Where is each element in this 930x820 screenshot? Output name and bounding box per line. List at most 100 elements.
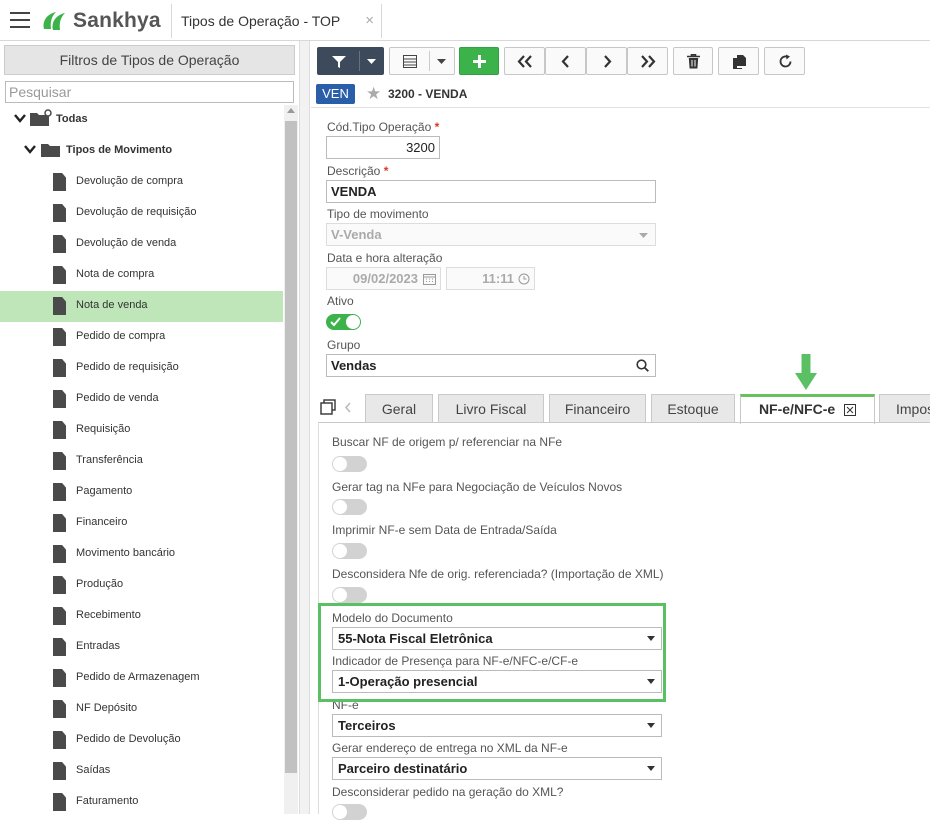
delete-button[interactable] — [673, 47, 713, 75]
next-record-button[interactable] — [586, 47, 627, 75]
add-icon — [473, 55, 486, 68]
tab-financeiro[interactable]: Financeiro — [549, 394, 646, 423]
gerar-tag-toggle[interactable] — [332, 499, 367, 515]
search-input[interactable] — [5, 81, 294, 103]
tree-item[interactable]: Pedido de compra — [0, 322, 283, 353]
tree-label: Tipos de Movimento — [66, 144, 173, 156]
previous-icon — [561, 55, 569, 68]
expand-icon[interactable] — [844, 404, 857, 416]
imprimir-nfe-toggle[interactable] — [332, 543, 367, 559]
menu-icon[interactable] — [10, 12, 30, 28]
tree-item[interactable]: Produção — [0, 570, 283, 601]
terceiros-select[interactable]: Terceiros — [332, 714, 662, 737]
document-icon — [53, 762, 66, 780]
tree-item[interactable]: Financeiro — [0, 508, 283, 539]
tipo-movimento-value: V-Venda — [331, 227, 382, 242]
list-icon — [403, 55, 417, 68]
top-bar: Sankhya Tipos de Operação - TOP × — [0, 0, 930, 41]
duplicate-button[interactable] — [718, 47, 759, 75]
data-alteracao-label: Data e hora alteração — [327, 251, 443, 265]
tipo-movimento-label: Tipo de movimento — [327, 207, 429, 221]
tree-node-todas[interactable]: Todas — [0, 105, 283, 136]
ativo-toggle[interactable] — [326, 314, 361, 330]
cod-input[interactable]: 3200 — [326, 136, 440, 159]
document-icon — [53, 266, 66, 284]
tabs-scroll-left-icon[interactable] — [344, 402, 352, 413]
tree-item[interactable]: Transferência — [0, 446, 283, 477]
refresh-button[interactable] — [764, 47, 805, 75]
descricao-input[interactable]: VENDA — [326, 180, 656, 203]
tree-item[interactable]: Faturamento — [0, 787, 283, 814]
tree-item-label: Devolução de venda — [76, 237, 177, 249]
document-icon — [53, 700, 66, 718]
tree-node-tipos-movimento[interactable]: Tipos de Movimento — [0, 136, 283, 167]
nfe-partial-label: NF-e — [332, 698, 359, 712]
modelo-documento-value: 55-Nota Fiscal Eletrônica — [338, 631, 493, 646]
scroll-thumb[interactable] — [285, 121, 297, 773]
close-icon[interactable]: × — [365, 12, 374, 29]
desconsidera-nfe-label: Desconsidera Nfe de orig. referenciada? … — [332, 567, 664, 581]
calendar-icon — [423, 274, 436, 285]
toggle-knob — [333, 457, 347, 471]
tree-item-label: NF Depósito — [76, 702, 138, 714]
tree-item-label: Faturamento — [76, 795, 139, 807]
tree-item[interactable]: Saídas — [0, 756, 283, 787]
tree-item[interactable]: NF Depósito — [0, 694, 283, 725]
tree-item[interactable]: Pagamento — [0, 477, 283, 508]
tree-item[interactable]: Entradas — [0, 632, 283, 663]
scroll-up-icon[interactable] — [287, 108, 295, 113]
search-icon[interactable] — [636, 359, 649, 372]
first-record-button[interactable] — [504, 47, 545, 75]
parceiro-select[interactable]: Parceiro destinatário — [332, 757, 662, 780]
star-icon[interactable]: ★ — [366, 85, 381, 102]
last-record-button[interactable] — [627, 47, 668, 75]
caret-down-icon — [367, 59, 376, 64]
grupo-input[interactable]: Vendas — [326, 354, 656, 377]
tree-item[interactable]: Nota de compra — [0, 260, 283, 291]
modelo-documento-select[interactable]: 55-Nota Fiscal Eletrônica — [332, 627, 662, 650]
tree-item[interactable]: Pedido de Devolução — [0, 725, 283, 756]
tree-scrollbar[interactable] — [284, 105, 298, 814]
buscar-nf-toggle[interactable] — [332, 456, 367, 472]
document-icon — [53, 638, 66, 656]
tab-tipos-operacao[interactable]: Tipos de Operação - TOP × — [171, 4, 382, 38]
document-icon — [53, 483, 66, 501]
desconsidera-nfe-toggle[interactable] — [332, 587, 367, 603]
descricao-label: Descrição * — [327, 164, 388, 178]
filter-button[interactable] — [317, 47, 384, 75]
tab-impostos[interactable]: Impos — [879, 394, 930, 423]
chevron-down-icon[interactable] — [24, 145, 36, 154]
tree-item[interactable]: Devolução de venda — [0, 229, 283, 260]
tree-item-label: Pedido de Armazenagem — [76, 671, 200, 683]
tree-item[interactable]: Pedido de Armazenagem — [0, 663, 283, 694]
toggle-knob — [333, 500, 347, 514]
tab-geral[interactable]: Geral — [365, 394, 433, 423]
hora-alteracao-input: 11:11 — [446, 267, 535, 290]
panel-divider[interactable] — [299, 41, 310, 814]
tree-item-label: Pedido de requisição — [76, 361, 179, 373]
desconsiderar-pedido-toggle[interactable] — [332, 804, 367, 820]
folder-icon — [41, 144, 60, 157]
caret-down-icon — [647, 766, 655, 771]
tree-item-label: Pedido de Devolução — [76, 733, 181, 745]
tab-estoque[interactable]: Estoque — [651, 394, 735, 423]
tree-item[interactable]: Nota de venda — [0, 291, 283, 322]
tabs-list-icon[interactable] — [320, 399, 336, 415]
tree-item[interactable]: Movimento bancário — [0, 539, 283, 570]
tree-item[interactable]: Devolução de requisição — [0, 198, 283, 229]
tree-item[interactable]: Requisição — [0, 415, 283, 446]
tab-livro-fiscal[interactable]: Livro Fiscal — [438, 394, 544, 423]
tree-item[interactable]: Pedido de venda — [0, 384, 283, 415]
tree-item[interactable]: Devolução de compra — [0, 167, 283, 198]
tree-item[interactable]: Recebimento — [0, 601, 283, 632]
previous-record-button[interactable] — [545, 47, 586, 75]
indicador-presenca-select[interactable]: 1-Operação presencial — [332, 670, 662, 693]
add-button[interactable] — [459, 47, 499, 75]
tree-item[interactable]: Pedido de requisição — [0, 353, 283, 384]
gerar-tag-label: Gerar tag na NFe para Negociação de Veíc… — [332, 480, 623, 494]
document-icon — [53, 390, 66, 408]
chevron-down-icon[interactable] — [14, 114, 26, 123]
view-mode-button[interactable] — [389, 47, 455, 75]
filter-icon — [332, 56, 346, 68]
tab-nfe-nfce[interactable]: NF-e/NFC-e — [740, 394, 875, 424]
